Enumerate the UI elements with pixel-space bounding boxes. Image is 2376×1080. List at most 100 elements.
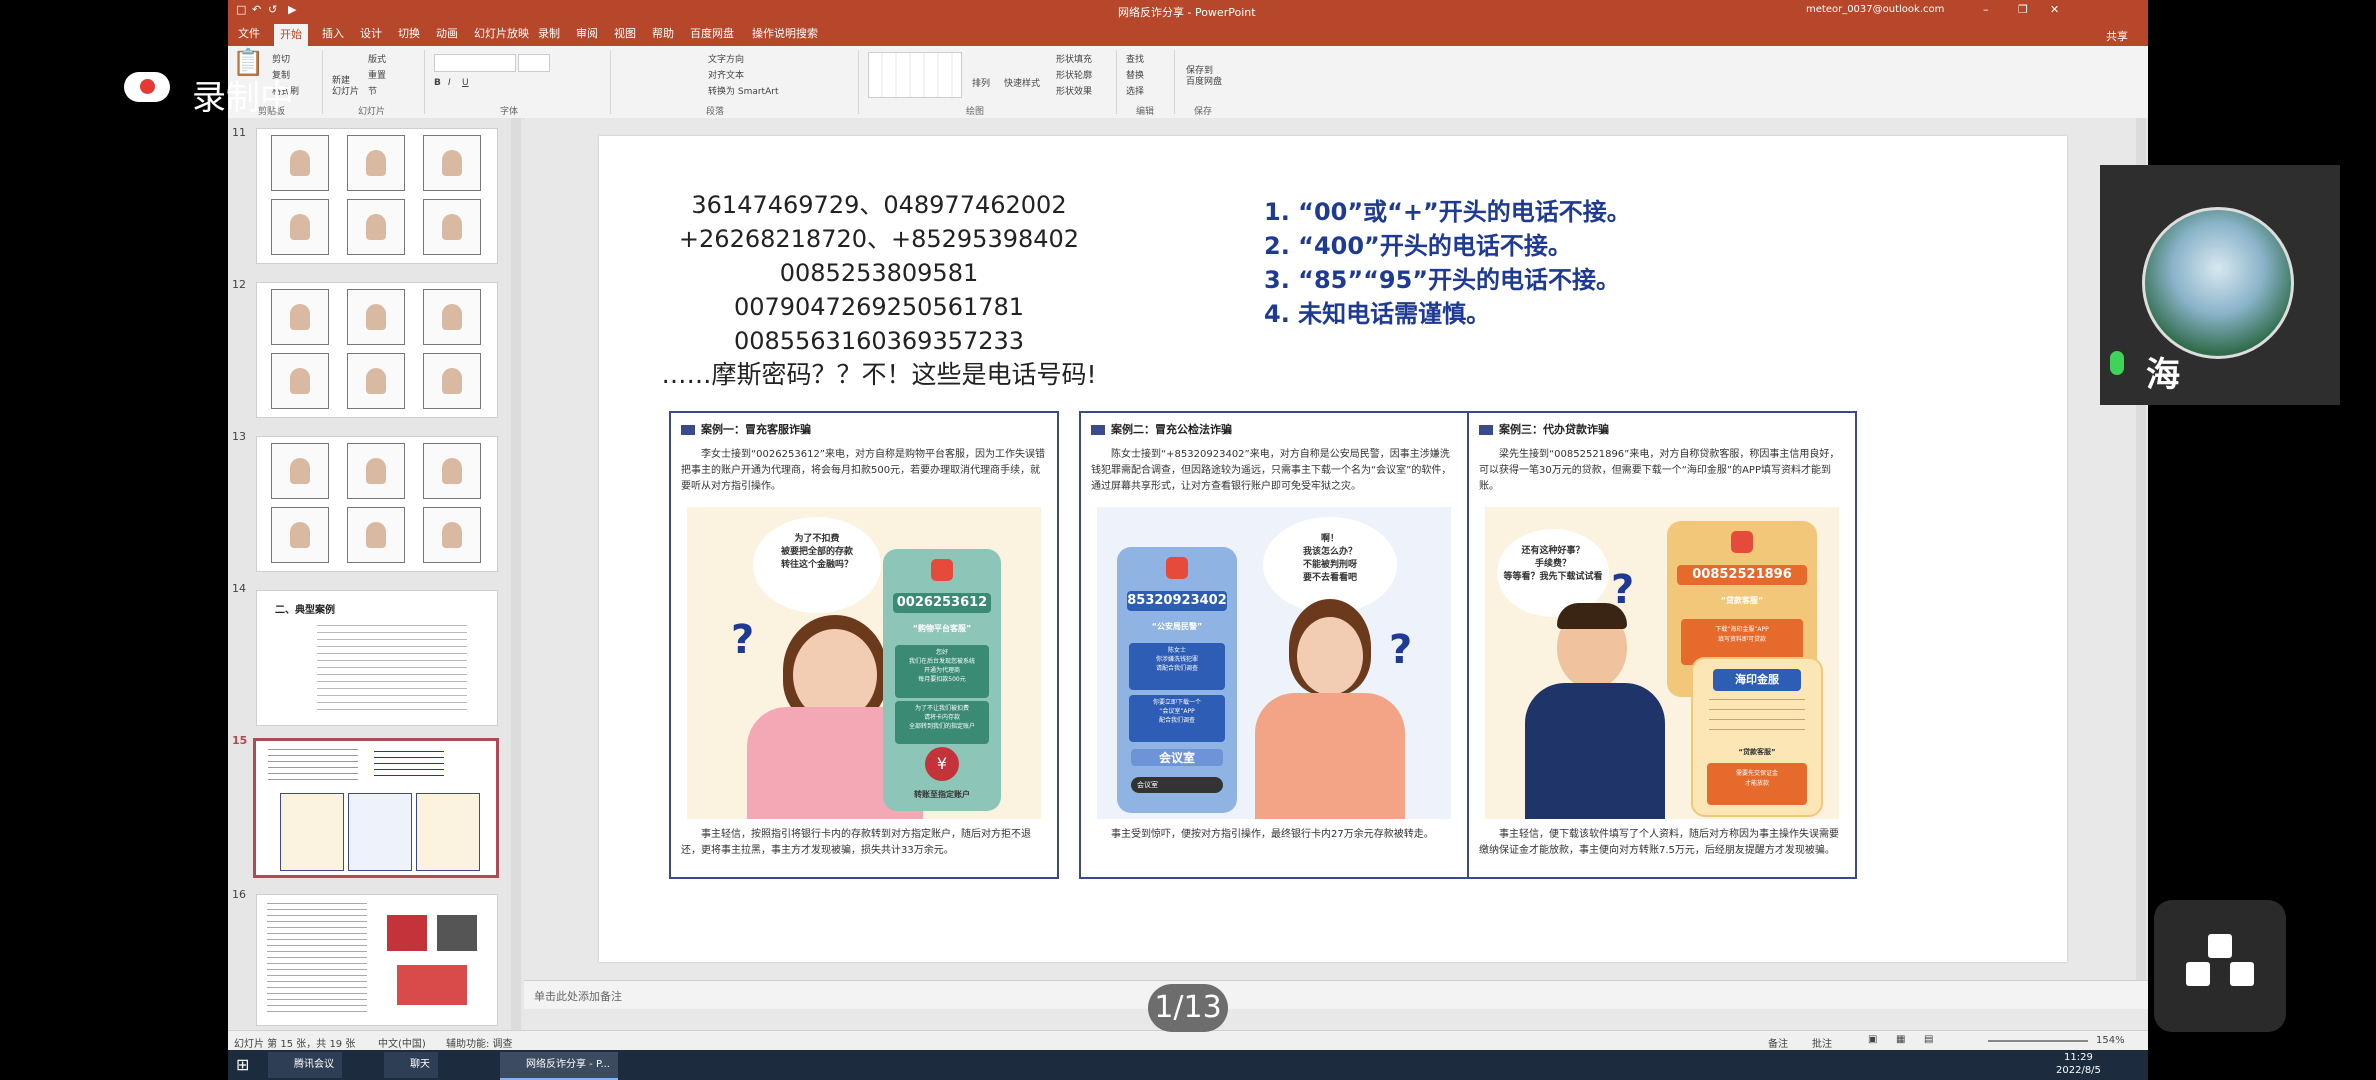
arrange-button[interactable]: 排列 xyxy=(972,76,990,89)
chat-message: 为了不让我们被扣费 请将卡内存款 全部转到我们的指定账户 xyxy=(895,701,989,744)
thumb-number: 12 xyxy=(232,278,246,291)
divider xyxy=(1116,50,1117,114)
tab-record[interactable]: 录制 xyxy=(532,25,566,43)
notes-button[interactable]: 备注 xyxy=(1768,1035,1788,1050)
case-result: 事主受到惊吓，便按对方指引操作，最终银行卡内27万余元存款被转走。 xyxy=(1111,829,1434,840)
zoom-slider[interactable] xyxy=(1988,1040,2088,1042)
align-text-button[interactable]: 对齐文本 xyxy=(708,68,744,81)
section-button[interactable]: 节 xyxy=(368,84,377,97)
tab-animations[interactable]: 动画 xyxy=(430,25,464,43)
quick-styles-button[interactable]: 快速样式 xyxy=(1004,76,1040,89)
taskbar-app-active[interactable]: 网络反诈分享 - P... xyxy=(500,1052,618,1080)
select-button[interactable]: 选择 xyxy=(1126,84,1144,97)
question-mark-icon: ? xyxy=(1389,627,1413,673)
tell-me-search[interactable]: 操作说明搜索 xyxy=(746,25,824,43)
redo-icon[interactable]: ↺ xyxy=(268,3,277,16)
slide-thumbnail[interactable] xyxy=(256,894,498,1026)
thumb-number: 13 xyxy=(232,430,246,443)
taskbar-app[interactable]: 腾讯会议 xyxy=(268,1052,342,1078)
group-drawing: 绘图 xyxy=(966,107,985,117)
slide-canvas[interactable]: 36147469729、048977462002 +26268218720、+8… xyxy=(599,136,2067,962)
close-icon[interactable]: ✕ xyxy=(2050,3,2059,16)
tab-design[interactable]: 设计 xyxy=(354,25,388,43)
slide-sorter-icon[interactable]: ▦ xyxy=(1896,1034,1905,1045)
reset-button[interactable]: 重置 xyxy=(368,68,386,81)
shapes-gallery[interactable] xyxy=(868,52,962,98)
font-name-box[interactable] xyxy=(434,54,516,72)
phone-illustration: 0026253612 “购物平台客服” 您好 我们在后台发现您被系统 开通为代理… xyxy=(883,549,1001,811)
italic-icon[interactable]: I xyxy=(448,78,451,88)
apps-grid-button[interactable] xyxy=(2154,900,2286,1032)
tab-slideshow[interactable]: 幻灯片放映 xyxy=(468,25,535,43)
tab-file[interactable]: 文件 xyxy=(232,25,266,43)
tab-review[interactable]: 审阅 xyxy=(570,25,604,43)
thumbnail-scrollbar[interactable] xyxy=(511,118,521,1030)
language[interactable]: 中文(中国) xyxy=(378,1035,426,1050)
notes-pane[interactable]: 单击此处添加备注 xyxy=(524,980,2148,1009)
clock-time[interactable]: 11:29 xyxy=(2064,1052,2093,1063)
tab-insert[interactable]: 插入 xyxy=(316,25,350,43)
cut-button[interactable]: 剪切 xyxy=(272,52,290,65)
case-card-3: 案例三：代办贷款诈骗 梁先生接到“00852521896”来电，对方自称贷款客服… xyxy=(1467,411,1857,879)
slide-thumbnail[interactable] xyxy=(256,282,498,418)
shape-fill-button[interactable]: 形状填充 xyxy=(1056,52,1092,65)
comments-button[interactable]: 批注 xyxy=(1812,1035,1832,1050)
tab-view[interactable]: 视图 xyxy=(608,25,642,43)
case-illustration: 85320923402 “公安局民警” 陈女士 你涉嫌洗钱犯罪 请配合我们调查 … xyxy=(1097,507,1451,819)
restore-icon[interactable]: ❐ xyxy=(2018,3,2028,16)
share-button[interactable]: 共享 xyxy=(2106,28,2128,44)
font-size-box[interactable] xyxy=(518,54,550,72)
case-body: 李女士接到“0026253612”来电，对方自称是购物平台客服，因为工作失误错把… xyxy=(681,449,1045,492)
notes-placeholder: 单击此处添加备注 xyxy=(534,990,622,1003)
tip-line: 3. “85”“95”开头的电话不接。 xyxy=(1264,266,1621,294)
tab-baidu[interactable]: 百度网盘 xyxy=(684,25,740,43)
smartart-button[interactable]: 转换为 SmartArt xyxy=(708,84,778,97)
tab-home[interactable]: 开始 xyxy=(274,24,308,46)
caller-label: “贷款客服” xyxy=(1738,748,1776,756)
recording-indicator: 录制中 xyxy=(120,70,294,119)
tab-transitions[interactable]: 切换 xyxy=(392,25,426,43)
chat-message: 您好 我们在后台发现您被系统 开通为代理商 每月要扣款500元 xyxy=(895,645,989,698)
save-icon[interactable]: □ xyxy=(236,3,246,16)
accessibility-status[interactable]: 辅助功能: 调查 xyxy=(446,1035,513,1050)
yuan-icon: ¥ xyxy=(925,747,959,781)
phone-number-line: +26268218720、+85295398402 xyxy=(678,225,1080,253)
group-save: 保存 xyxy=(1194,107,1213,117)
grid-icon xyxy=(2208,934,2232,958)
account-name[interactable]: meteor_0037@outlook.com xyxy=(1806,4,1944,15)
new-slide-button[interactable]: 新建 幻灯片 xyxy=(332,76,359,98)
reading-view-icon[interactable]: ▤ xyxy=(1924,1034,1933,1045)
zoom-level[interactable]: 154% xyxy=(2096,1035,2125,1046)
tab-help[interactable]: 帮助 xyxy=(646,25,680,43)
slide-thumbnail[interactable]: 二、典型案例 xyxy=(256,590,498,726)
divider xyxy=(424,50,425,114)
minimize-icon[interactable]: – xyxy=(1983,3,1989,16)
undo-icon[interactable]: ↶ xyxy=(252,3,261,16)
normal-view-icon[interactable]: ▣ xyxy=(1868,1034,1877,1045)
participant-tile[interactable]: 海 xyxy=(2100,165,2340,405)
group-paragraph: 段落 xyxy=(706,107,725,117)
underline-icon[interactable]: U xyxy=(462,78,469,88)
case-illustration: 为了不扣费 被要把全部的存款 转往这个金融吗？ ? 0026253612 “购物… xyxy=(687,507,1041,819)
bold-icon[interactable]: B xyxy=(434,78,441,88)
taskbar-app[interactable]: 聊天 xyxy=(384,1052,438,1078)
clock-date[interactable]: 2022/8/5 xyxy=(2056,1065,2101,1076)
slide-thumbnail-selected[interactable] xyxy=(253,738,499,878)
slide-thumbnail[interactable] xyxy=(256,436,498,572)
case-card-1: 案例一：冒充客服诈骗 李女士接到“0026253612”来电，对方自称是购物平台… xyxy=(669,411,1059,879)
window-title: 网络反诈分享 - PowerPoint xyxy=(1118,6,1256,19)
shape-effects-button[interactable]: 形状效果 xyxy=(1056,84,1092,97)
windows-start-icon[interactable]: ⊞ xyxy=(236,1055,249,1074)
shape-outline-button[interactable]: 形状轮廓 xyxy=(1056,68,1092,81)
replace-button[interactable]: 替换 xyxy=(1126,68,1144,81)
save-baidu-button[interactable]: 保存到 百度网盘 xyxy=(1186,66,1222,88)
taskbar: ⊞ 腾讯会议 聊天 网络反诈分享 - P... 11:29 2022/8/5 xyxy=(228,1050,2148,1080)
text-direction-button[interactable]: 文字方向 xyxy=(708,52,744,65)
start-slideshow-icon[interactable]: ▶ xyxy=(288,3,296,16)
page-indicator: 1/13 xyxy=(1148,984,1228,1032)
recording-label: 录制中 xyxy=(192,78,294,118)
find-button[interactable]: 查找 xyxy=(1126,52,1144,65)
slide-thumbnail[interactable] xyxy=(256,128,498,264)
layout-button[interactable]: 版式 xyxy=(368,52,386,65)
meeting-app-label: 会议室 xyxy=(1131,749,1223,766)
